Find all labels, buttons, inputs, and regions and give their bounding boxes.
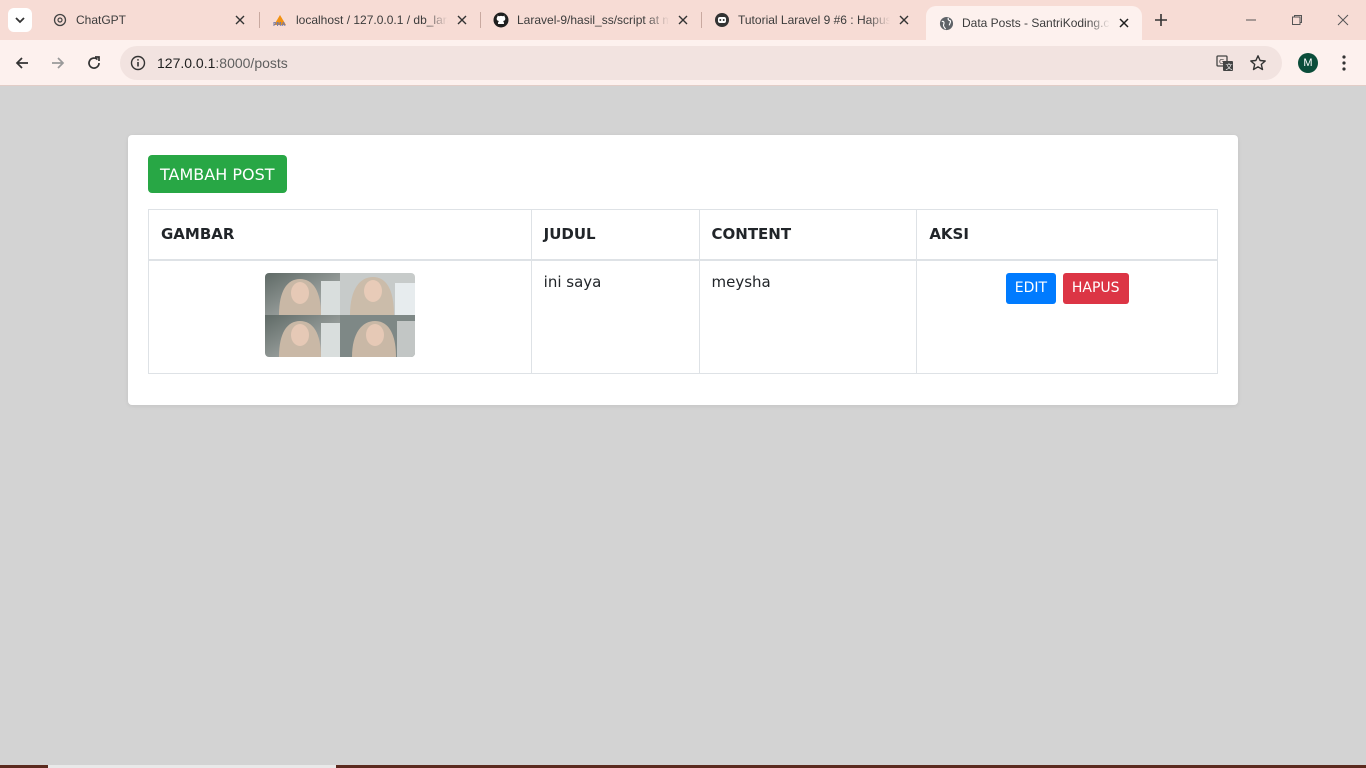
restore-button[interactable] [1274, 0, 1320, 40]
post-actions-cell: EDIT HAPUS [916, 259, 1218, 374]
browser-toolbar: 127.0.0.1:8000/posts G文 M [0, 40, 1366, 86]
svg-text:文: 文 [1226, 62, 1233, 71]
reload-button[interactable] [80, 49, 108, 77]
tab-search-button[interactable] [8, 8, 32, 32]
arrow-right-icon [52, 57, 65, 69]
svg-text:PMA: PMA [273, 22, 286, 27]
github-icon [493, 12, 509, 28]
chatgpt-icon [52, 12, 68, 28]
close-window-button[interactable] [1320, 0, 1366, 40]
tab-title: Tutorial Laravel 9 #6 : Hapus Data [738, 13, 890, 27]
header-judul: JUDUL [530, 209, 700, 261]
minimize-icon [1246, 19, 1256, 21]
santrikoding-icon [714, 12, 730, 28]
tab-title: Laravel-9/hasil_ss/script at main [517, 13, 669, 27]
phpmyadmin-icon: PMA [272, 12, 288, 28]
post-photo-image [264, 272, 415, 357]
tab-santrikoding-tutorial[interactable]: Tutorial Laravel 9 #6 : Hapus Data [702, 0, 922, 40]
posts-card: TAMBAH POST GAMBAR JUDUL CONTENT AKSI in… [128, 135, 1238, 405]
close-tab-icon[interactable] [232, 12, 248, 28]
posts-table: GAMBAR JUDUL CONTENT AKSI ini saya meysh… [148, 209, 1218, 374]
post-thumbnail [264, 272, 415, 357]
tab-chatgpt[interactable]: ChatGPT [40, 0, 258, 40]
url-text: 127.0.0.1:8000/posts [157, 55, 288, 71]
close-tab-icon[interactable] [454, 12, 470, 28]
tab-title: Data Posts - SantriKoding.com [962, 16, 1110, 30]
new-tab-button[interactable] [1150, 9, 1172, 31]
add-post-button[interactable]: TAMBAH POST [148, 155, 287, 193]
tab-title: ChatGPT [76, 13, 127, 27]
plus-icon [1155, 14, 1167, 26]
reload-icon [88, 56, 100, 69]
bookmark-star-icon[interactable] [1248, 53, 1268, 73]
translate-icon[interactable]: G文 [1215, 53, 1235, 73]
globe-icon [938, 15, 954, 31]
forward-button[interactable] [44, 49, 72, 77]
header-gambar: GAMBAR [148, 209, 532, 261]
browser-menu-button[interactable] [1334, 53, 1354, 73]
header-content: CONTENT [698, 209, 918, 261]
post-content-cell: meysha [698, 259, 918, 374]
back-button[interactable] [8, 49, 36, 77]
arrow-left-icon [15, 57, 28, 69]
profile-avatar[interactable]: M [1298, 53, 1318, 73]
table-row: ini saya meysha EDIT HAPUS [148, 259, 1218, 374]
tab-phpmyadmin[interactable]: PMA localhost / 127.0.0.1 / db_laravel [260, 0, 480, 40]
more-vertical-icon [1342, 55, 1346, 71]
tab-strip: ChatGPT PMA localhost / 127.0.0.1 / db_l… [0, 0, 1366, 40]
url-host: 127.0.0.1 [157, 55, 216, 71]
restore-icon [1292, 15, 1302, 25]
minimize-button[interactable] [1228, 0, 1274, 40]
url-path: :8000/posts [215, 55, 288, 71]
close-icon [1337, 14, 1349, 26]
close-tab-icon[interactable] [1116, 15, 1132, 31]
delete-post-button[interactable]: HAPUS [1062, 272, 1129, 304]
close-tab-icon[interactable] [675, 12, 691, 28]
chevron-down-icon [15, 17, 25, 24]
post-judul-cell: ini saya [530, 259, 700, 374]
header-aksi: AKSI [916, 209, 1218, 261]
tab-github[interactable]: Laravel-9/hasil_ss/script at main [481, 0, 701, 40]
edit-post-button[interactable]: EDIT [1005, 272, 1057, 304]
site-info-icon[interactable] [128, 53, 148, 73]
tab-data-posts[interactable]: Data Posts - SantriKoding.com [926, 6, 1142, 40]
table-header-row: GAMBAR JUDUL CONTENT AKSI [148, 209, 1218, 261]
close-tab-icon[interactable] [896, 12, 912, 28]
address-bar[interactable]: 127.0.0.1:8000/posts G文 [120, 46, 1282, 80]
post-image-cell [148, 259, 532, 374]
tab-title: localhost / 127.0.0.1 / db_laravel [296, 13, 448, 27]
